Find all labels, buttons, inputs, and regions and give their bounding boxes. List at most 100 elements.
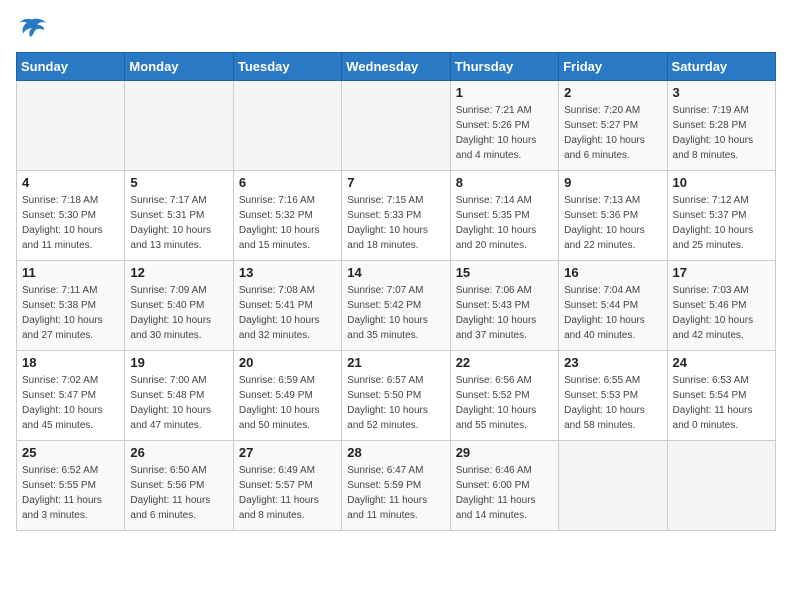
day-number: 25 — [22, 445, 119, 460]
day-number: 21 — [347, 355, 444, 370]
day-number: 29 — [456, 445, 553, 460]
header-saturday: Saturday — [667, 53, 775, 81]
calendar-body: 1 Sunrise: 7:21 AMSunset: 5:26 PMDaylight… — [17, 81, 776, 531]
day-number: 9 — [564, 175, 661, 190]
day-number: 7 — [347, 175, 444, 190]
calendar-week-1: 1 Sunrise: 7:21 AMSunset: 5:26 PMDaylight… — [17, 81, 776, 171]
day-number: 3 — [673, 85, 770, 100]
day-number: 12 — [130, 265, 227, 280]
header-tuesday: Tuesday — [233, 53, 341, 81]
calendar-cell: 7 Sunrise: 7:15 AMSunset: 5:33 PMDaylight… — [342, 171, 450, 261]
header-sunday: Sunday — [17, 53, 125, 81]
day-info: Sunrise: 6:49 AMSunset: 5:57 PMDaylight:… — [239, 463, 336, 523]
day-number: 8 — [456, 175, 553, 190]
calendar-cell: 13Sunrise: 7:08 AMSunset: 5:41 PMDayligh… — [233, 261, 341, 351]
calendar-cell: 5 Sunrise: 7:17 AMSunset: 5:31 PMDaylight… — [125, 171, 233, 261]
day-info: Sunrise: 7:20 AMSunset: 5:27 PMDaylight:… — [564, 103, 661, 163]
day-info: Sunrise: 7:14 AMSunset: 5:35 PMDaylight:… — [456, 193, 553, 253]
calendar-cell — [125, 81, 233, 171]
calendar-cell: 3 Sunrise: 7:19 AMSunset: 5:28 PMDaylight… — [667, 81, 775, 171]
calendar-cell: 8 Sunrise: 7:14 AMSunset: 5:35 PMDaylight… — [450, 171, 558, 261]
day-number: 14 — [347, 265, 444, 280]
logo — [16, 16, 52, 44]
day-number: 13 — [239, 265, 336, 280]
day-info: Sunrise: 6:53 AMSunset: 5:54 PMDaylight:… — [673, 373, 770, 433]
calendar-table: SundayMondayTuesdayWednesdayThursdayFrid… — [16, 52, 776, 531]
header-monday: Monday — [125, 53, 233, 81]
calendar-cell: 9 Sunrise: 7:13 AMSunset: 5:36 PMDaylight… — [559, 171, 667, 261]
header-friday: Friday — [559, 53, 667, 81]
day-number: 10 — [673, 175, 770, 190]
calendar-cell: 19 Sunrise: 7:00 AMSunset: 5:48 PMDayligh… — [125, 351, 233, 441]
calendar-cell: 20Sunrise: 6:59 AMSunset: 5:49 PMDayligh… — [233, 351, 341, 441]
day-number: 15 — [456, 265, 553, 280]
day-number: 20 — [239, 355, 336, 370]
header-wednesday: Wednesday — [342, 53, 450, 81]
day-info: Sunrise: 7:12 AMSunset: 5:37 PMDaylight:… — [673, 193, 770, 253]
day-number: 5 — [130, 175, 227, 190]
day-info: Sunrise: 7:06 AMSunset: 5:43 PMDaylight:… — [456, 283, 553, 343]
day-info: Sunrise: 7:16 AMSunset: 5:32 PMDaylight:… — [239, 193, 336, 253]
day-info: Sunrise: 7:04 AMSunset: 5:44 PMDaylight:… — [564, 283, 661, 343]
day-number: 27 — [239, 445, 336, 460]
day-info: Sunrise: 6:57 AMSunset: 5:50 PMDaylight:… — [347, 373, 444, 433]
calendar-cell: 17 Sunrise: 7:03 AMSunset: 5:46 PMDayligh… — [667, 261, 775, 351]
day-info: Sunrise: 7:02 AMSunset: 5:47 PMDaylight:… — [22, 373, 119, 433]
calendar-cell: 27 Sunrise: 6:49 AMSunset: 5:57 PMDayligh… — [233, 441, 341, 531]
calendar-cell: 29Sunrise: 6:46 AMSunset: 6:00 PMDayligh… — [450, 441, 558, 531]
day-number: 1 — [456, 85, 553, 100]
calendar-cell — [559, 441, 667, 531]
calendar-week-4: 18 Sunrise: 7:02 AMSunset: 5:47 PMDayligh… — [17, 351, 776, 441]
day-info: Sunrise: 6:47 AMSunset: 5:59 PMDaylight:… — [347, 463, 444, 523]
calendar-week-3: 11Sunrise: 7:11 AMSunset: 5:38 PMDayligh… — [17, 261, 776, 351]
day-info: Sunrise: 6:55 AMSunset: 5:53 PMDaylight:… — [564, 373, 661, 433]
day-info: Sunrise: 7:09 AMSunset: 5:40 PMDaylight:… — [130, 283, 227, 343]
day-number: 23 — [564, 355, 661, 370]
day-info: Sunrise: 7:00 AMSunset: 5:48 PMDaylight:… — [130, 373, 227, 433]
calendar-cell: 1 Sunrise: 7:21 AMSunset: 5:26 PMDaylight… — [450, 81, 558, 171]
calendar-week-5: 25 Sunrise: 6:52 AMSunset: 5:55 PMDayligh… — [17, 441, 776, 531]
calendar-cell: 11Sunrise: 7:11 AMSunset: 5:38 PMDayligh… — [17, 261, 125, 351]
day-number: 28 — [347, 445, 444, 460]
calendar-cell: 4 Sunrise: 7:18 AMSunset: 5:30 PMDaylight… — [17, 171, 125, 261]
calendar-cell: 15 Sunrise: 7:06 AMSunset: 5:43 PMDayligh… — [450, 261, 558, 351]
calendar-week-2: 4 Sunrise: 7:18 AMSunset: 5:30 PMDaylight… — [17, 171, 776, 261]
page-header — [16, 16, 776, 44]
day-number: 2 — [564, 85, 661, 100]
day-info: Sunrise: 7:21 AMSunset: 5:26 PMDaylight:… — [456, 103, 553, 163]
calendar-cell: 25 Sunrise: 6:52 AMSunset: 5:55 PMDayligh… — [17, 441, 125, 531]
day-number: 11 — [22, 265, 119, 280]
day-info: Sunrise: 7:15 AMSunset: 5:33 PMDaylight:… — [347, 193, 444, 253]
day-info: Sunrise: 7:19 AMSunset: 5:28 PMDaylight:… — [673, 103, 770, 163]
day-info: Sunrise: 7:03 AMSunset: 5:46 PMDaylight:… — [673, 283, 770, 343]
day-number: 18 — [22, 355, 119, 370]
day-number: 19 — [130, 355, 227, 370]
day-info: Sunrise: 6:52 AMSunset: 5:55 PMDaylight:… — [22, 463, 119, 523]
calendar-cell — [233, 81, 341, 171]
calendar-cell: 14 Sunrise: 7:07 AMSunset: 5:42 PMDayligh… — [342, 261, 450, 351]
day-number: 16 — [564, 265, 661, 280]
calendar-cell: 10 Sunrise: 7:12 AMSunset: 5:37 PMDayligh… — [667, 171, 775, 261]
calendar-cell: 16 Sunrise: 7:04 AMSunset: 5:44 PMDayligh… — [559, 261, 667, 351]
day-number: 22 — [456, 355, 553, 370]
calendar-cell: 2 Sunrise: 7:20 AMSunset: 5:27 PMDaylight… — [559, 81, 667, 171]
calendar-cell — [667, 441, 775, 531]
logo-bird-icon — [16, 16, 48, 44]
day-number: 17 — [673, 265, 770, 280]
calendar-cell: 6Sunrise: 7:16 AMSunset: 5:32 PMDaylight… — [233, 171, 341, 261]
calendar-cell — [17, 81, 125, 171]
day-number: 24 — [673, 355, 770, 370]
day-info: Sunrise: 7:18 AMSunset: 5:30 PMDaylight:… — [22, 193, 119, 253]
calendar-cell: 26 Sunrise: 6:50 AMSunset: 5:56 PMDayligh… — [125, 441, 233, 531]
calendar-header-row: SundayMondayTuesdayWednesdayThursdayFrid… — [17, 53, 776, 81]
day-info: Sunrise: 6:50 AMSunset: 5:56 PMDaylight:… — [130, 463, 227, 523]
day-info: Sunrise: 7:17 AMSunset: 5:31 PMDaylight:… — [130, 193, 227, 253]
day-number: 4 — [22, 175, 119, 190]
day-info: Sunrise: 7:13 AMSunset: 5:36 PMDaylight:… — [564, 193, 661, 253]
calendar-cell: 18 Sunrise: 7:02 AMSunset: 5:47 PMDayligh… — [17, 351, 125, 441]
calendar-cell: 24 Sunrise: 6:53 AMSunset: 5:54 PMDayligh… — [667, 351, 775, 441]
calendar-cell: 28 Sunrise: 6:47 AMSunset: 5:59 PMDayligh… — [342, 441, 450, 531]
day-number: 26 — [130, 445, 227, 460]
day-info: Sunrise: 7:07 AMSunset: 5:42 PMDaylight:… — [347, 283, 444, 343]
calendar-cell — [342, 81, 450, 171]
